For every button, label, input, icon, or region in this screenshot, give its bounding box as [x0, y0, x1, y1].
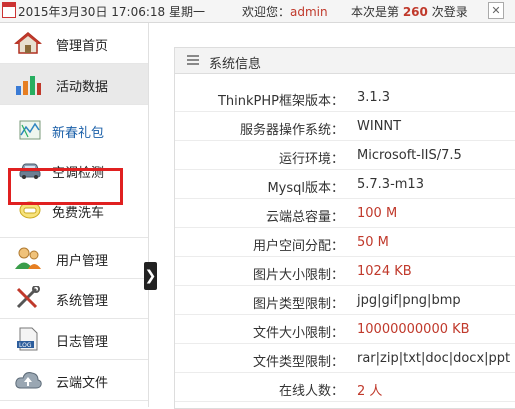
top-bar: 2015年3月30日 17:06:18 星期一 欢迎您：admin 本次是第 2…: [0, 0, 515, 23]
info-key: 在线人数：: [278, 384, 344, 399]
panel-header: 系统信息: [175, 48, 515, 74]
sidebar-item-label: 日志管理: [56, 335, 109, 350]
info-value: WINNT: [357, 119, 402, 134]
datetime-text: 2015年3月30日 17:06:18 星期一: [18, 5, 205, 19]
sidebar-item-user-management[interactable]: 用户管理: [0, 237, 148, 279]
sidebar-item-label: 云端文件: [56, 376, 109, 391]
info-value: 2 人: [357, 384, 383, 399]
info-key: 云端总容量：: [265, 210, 344, 225]
info-key: 服务器操作系统：: [239, 123, 344, 138]
login-suffix: 次登录: [427, 5, 468, 19]
info-value: 5.7.3-m13: [357, 177, 424, 192]
info-value: jpg|gif|png|bmp: [357, 293, 461, 308]
info-row: 图片大小限制： 1024 KB: [175, 258, 515, 286]
svg-text:LOG: LOG: [19, 342, 32, 349]
info-row: ThinkPHP框架版本： 3.1.3: [175, 84, 515, 112]
map-icon: [19, 120, 41, 140]
login-count-text: 本次是第 260 次登录: [351, 3, 468, 20]
info-value: 50 M: [357, 235, 389, 250]
info-key: 运行环境：: [278, 152, 344, 167]
info-row: 云端总容量： 100 M: [175, 200, 515, 228]
info-key: 图片类型限制：: [252, 297, 344, 312]
sidebar-item-spring-gift[interactable]: 新春礼包: [0, 110, 148, 150]
login-prefix: 本次是第: [351, 5, 403, 19]
info-row: 在线人数： 2 人: [175, 374, 515, 402]
bar-chart-icon: [16, 76, 41, 95]
tools-icon: [16, 286, 40, 309]
home-icon: [14, 32, 42, 54]
users-icon: [15, 247, 41, 269]
welcome-prefix: 欢迎您：: [242, 5, 291, 19]
username: admin: [290, 5, 328, 19]
log-icon: LOG: [17, 327, 38, 351]
info-key: 文件大小限制：: [252, 326, 344, 341]
info-value: rar|zip|txt|doc|docx|ppt: [357, 351, 511, 366]
info-key: 文件类型限制：: [252, 355, 344, 370]
sidebar: 管理首页 活动数据 新春礼包 空调检测 免费洗车 用户管理 系统管理 LOG 日…: [0, 23, 149, 407]
welcome-text: 欢迎您：admin: [242, 3, 328, 20]
sidebar-item-label: 新春礼包: [52, 126, 105, 141]
sidebar-item-label: 活动数据: [56, 80, 109, 95]
system-info-panel: 系统信息 ThinkPHP框架版本： 3.1.3 服务器操作系统： WINNT 运行…: [174, 47, 515, 409]
sidebar-item-label: 用户管理: [56, 254, 109, 269]
sidebar-item-label: 管理首页: [56, 39, 109, 54]
highlight-box: [8, 168, 123, 205]
info-key: Mysql版本：: [267, 181, 344, 196]
sidebar-collapse-toggle[interactable]: ❯: [144, 262, 157, 290]
info-row: 文件大小限制： 10000000000 KB: [175, 316, 515, 344]
panel-title: 系统信息: [209, 57, 262, 72]
info-row: 文件类型限制： rar|zip|txt|doc|docx|ppt: [175, 345, 515, 373]
sidebar-item-system-management[interactable]: 系统管理: [0, 278, 148, 319]
info-row: 用户空间分配： 50 M: [175, 229, 515, 257]
info-value: 100 M: [357, 206, 398, 221]
info-row: 运行环境： Microsoft-IIS/7.5: [175, 142, 515, 170]
info-value: Microsoft-IIS/7.5: [357, 148, 462, 163]
sidebar-item-activity-data[interactable]: 活动数据: [0, 64, 148, 105]
login-count: 260: [402, 5, 428, 19]
info-value: 10000000000 KB: [357, 322, 470, 337]
chevron-right-icon: ❯: [144, 268, 157, 284]
info-row: 服务器操作系统： WINNT: [175, 113, 515, 141]
info-value: 1024 KB: [357, 264, 412, 279]
info-value: 3.1.3: [357, 90, 391, 105]
info-key: 图片大小限制：: [252, 268, 344, 283]
close-icon[interactable]: ✕: [488, 2, 504, 19]
sidebar-item-cloud-files[interactable]: 云端文件: [0, 360, 148, 401]
cloud-icon: [15, 372, 42, 389]
info-row: Mysql版本： 5.7.3-m13: [175, 171, 515, 199]
sidebar-item-label: 系统管理: [56, 294, 109, 309]
list-icon: [187, 55, 199, 65]
sidebar-item-log-management[interactable]: LOG 日志管理: [0, 319, 148, 360]
info-key: ThinkPHP框架版本：: [217, 94, 344, 109]
info-row: 图片类型限制： jpg|gif|png|bmp: [175, 287, 515, 315]
sidebar-item-home[interactable]: 管理首页: [0, 23, 148, 64]
info-key: 用户空间分配：: [252, 239, 344, 254]
calendar-icon: [2, 2, 16, 18]
